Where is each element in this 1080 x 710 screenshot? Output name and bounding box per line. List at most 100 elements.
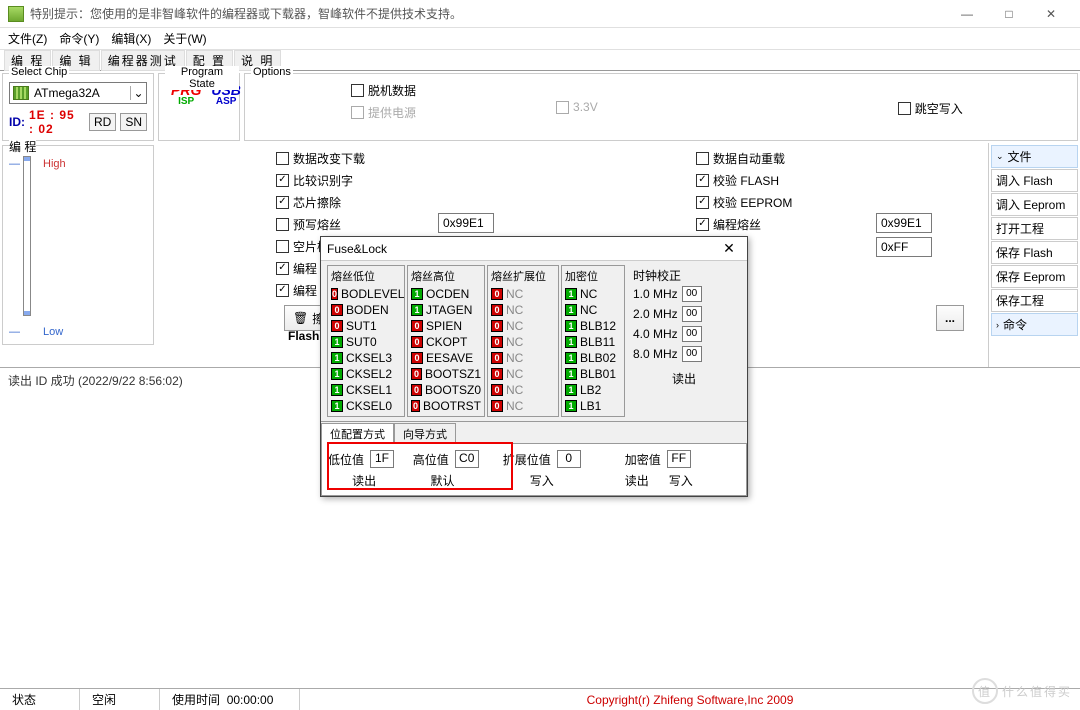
status-time: 使用时间 00:00:00	[160, 689, 300, 710]
menu-about[interactable]: 关于(W)	[163, 30, 206, 47]
fuse-bit[interactable]: 1	[565, 384, 577, 396]
fuse-bit[interactable]: 1	[565, 320, 577, 332]
fuse-bit[interactable]: 0	[491, 336, 503, 348]
fuse-bit[interactable]: 0	[411, 368, 422, 380]
menu-file[interactable]: 文件(Z)	[8, 30, 47, 47]
fuse-bit[interactable]: 1	[565, 400, 577, 412]
menu-cmd[interactable]: 命令(Y)	[59, 30, 99, 47]
chip-icon	[13, 86, 29, 100]
cb-data-change[interactable]	[276, 152, 289, 165]
fuse-bit[interactable]: 0	[491, 400, 503, 412]
fuse-bit[interactable]: 1	[411, 288, 423, 300]
sidebar-item[interactable]: 调入 Flash	[991, 169, 1078, 192]
read-btn-2[interactable]: 读出	[625, 472, 649, 489]
cb-prog-fuse[interactable]	[696, 218, 709, 231]
fuse-bit[interactable]: 0	[491, 384, 503, 396]
clock-value[interactable]: 00	[682, 286, 702, 302]
fuse-bit[interactable]: 0	[411, 336, 423, 348]
fuse-bit[interactable]: 1	[565, 304, 577, 316]
fuse-bit[interactable]: 0	[331, 320, 343, 332]
cb-blank[interactable]	[276, 240, 289, 253]
fuse-bit[interactable]: 1	[331, 384, 343, 396]
fuse-bit[interactable]: 1	[565, 288, 577, 300]
status-state: 状态	[0, 689, 80, 710]
read-btn-1[interactable]: 读出	[352, 472, 376, 489]
cb-verify-flash[interactable]	[696, 174, 709, 187]
minimize-button[interactable]: —	[946, 0, 988, 28]
offline-checkbox[interactable]	[351, 84, 364, 97]
cb-prog-e[interactable]	[276, 284, 289, 297]
fuse-bit[interactable]: 0	[491, 352, 503, 364]
cb-cmp-id[interactable]	[276, 174, 289, 187]
fuse-bit[interactable]: 0	[491, 320, 503, 332]
cb-verify-eeprom[interactable]	[696, 196, 709, 209]
default-btn[interactable]: 默认	[431, 472, 455, 489]
fuse-bit[interactable]: 0	[411, 400, 420, 412]
fuse-bit[interactable]: 0	[491, 368, 503, 380]
skip-checkbox[interactable]	[898, 102, 911, 115]
fuse-bit-name: SPIEN	[426, 319, 462, 333]
fuse-bit[interactable]: 0	[411, 320, 423, 332]
lbl-prog-fuse: 编程熔丝	[713, 216, 761, 233]
prog-gauge-group: 编 程 High Low — —	[2, 145, 154, 345]
rd-button[interactable]: RD	[89, 113, 116, 131]
cmd-header[interactable]: ›命令	[991, 313, 1078, 336]
clock-value[interactable]: 00	[682, 306, 702, 322]
chevron-down-icon[interactable]: ⌄	[130, 86, 146, 100]
dialog-title: Fuse&Lock	[327, 242, 717, 256]
write-btn-2[interactable]: 写入	[669, 472, 693, 489]
fuse-bit[interactable]: 1	[565, 352, 577, 364]
sidebar-item[interactable]: 保存工程	[991, 289, 1078, 312]
status-bar: 状态 空闲 使用时间 00:00:00 Copyright(r) Zhifeng…	[0, 688, 1080, 710]
fuse-bit[interactable]: 1	[331, 368, 343, 380]
fuse-bit[interactable]: 1	[411, 304, 423, 316]
fuse-bit[interactable]: 1	[331, 400, 343, 412]
enc-val-input[interactable]: FF	[667, 450, 691, 468]
fuse-bit-name: BOOTSZ1	[425, 367, 481, 381]
dialog-close-button[interactable]: ✕	[717, 240, 741, 257]
tab-bit-config[interactable]: 位配置方式	[321, 423, 394, 444]
cb-prog-f[interactable]	[276, 262, 289, 275]
write-btn-1[interactable]: 写入	[530, 472, 554, 489]
fuse-bit-name: BLB01	[580, 367, 616, 381]
close-button[interactable]: ✕	[1030, 0, 1072, 28]
sidebar-item[interactable]: 打开工程	[991, 217, 1078, 240]
tab-wizard[interactable]: 向导方式	[394, 423, 456, 444]
clock-value[interactable]: 00	[682, 346, 702, 362]
fuse-bit-name: NC	[506, 303, 523, 317]
fuse-bit[interactable]: 0	[411, 384, 422, 396]
cb-auto-reload[interactable]	[696, 152, 709, 165]
cb-prewrite[interactable]	[276, 218, 289, 231]
fuse-bit[interactable]: 1	[565, 368, 577, 380]
chip-dropdown[interactable]: ATmega32A ⌄	[9, 82, 147, 104]
fuse-bit[interactable]: 1	[565, 336, 577, 348]
low-val-input[interactable]: 1F	[370, 450, 394, 468]
more-button[interactable]: ...	[936, 305, 964, 331]
hex-progfuse[interactable]: 0x99E1	[876, 213, 932, 233]
fuse-bit-name: JTAGEN	[426, 303, 472, 317]
hex-ff[interactable]: 0xFF	[876, 237, 932, 257]
fuse-bit-name: NC	[506, 383, 523, 397]
fuse-bit[interactable]: 0	[491, 304, 503, 316]
power-label: 提供电源	[368, 104, 416, 121]
fuse-bit[interactable]: 1	[331, 352, 343, 364]
cb-chip-erase[interactable]	[276, 196, 289, 209]
fuse-bit[interactable]: 0	[491, 288, 503, 300]
sidebar-item[interactable]: 保存 Eeprom	[991, 265, 1078, 288]
file-header[interactable]: ⌄文件	[991, 145, 1078, 168]
fuse-bit[interactable]: 0	[411, 352, 423, 364]
sidebar-item[interactable]: 保存 Flash	[991, 241, 1078, 264]
maximize-button[interactable]: □	[988, 0, 1030, 28]
fuse-bit[interactable]: 1	[331, 336, 343, 348]
toolbar: 编 程 编 辑 编程器测试 配 置 说 明	[0, 50, 1080, 70]
sn-button[interactable]: SN	[120, 113, 147, 131]
hex-prewrite[interactable]: 0x99E1	[438, 213, 494, 233]
fuse-bit[interactable]: 0	[331, 304, 343, 316]
sidebar-item[interactable]: 调入 Eeprom	[991, 193, 1078, 216]
ext-val-input[interactable]: 0	[557, 450, 581, 468]
high-val-input[interactable]: C0	[455, 450, 479, 468]
clock-read-btn[interactable]: 读出	[672, 372, 696, 386]
clock-value[interactable]: 00	[682, 326, 702, 342]
menu-edit[interactable]: 编辑(X)	[111, 30, 151, 47]
fuse-bit[interactable]: 0	[331, 288, 338, 300]
